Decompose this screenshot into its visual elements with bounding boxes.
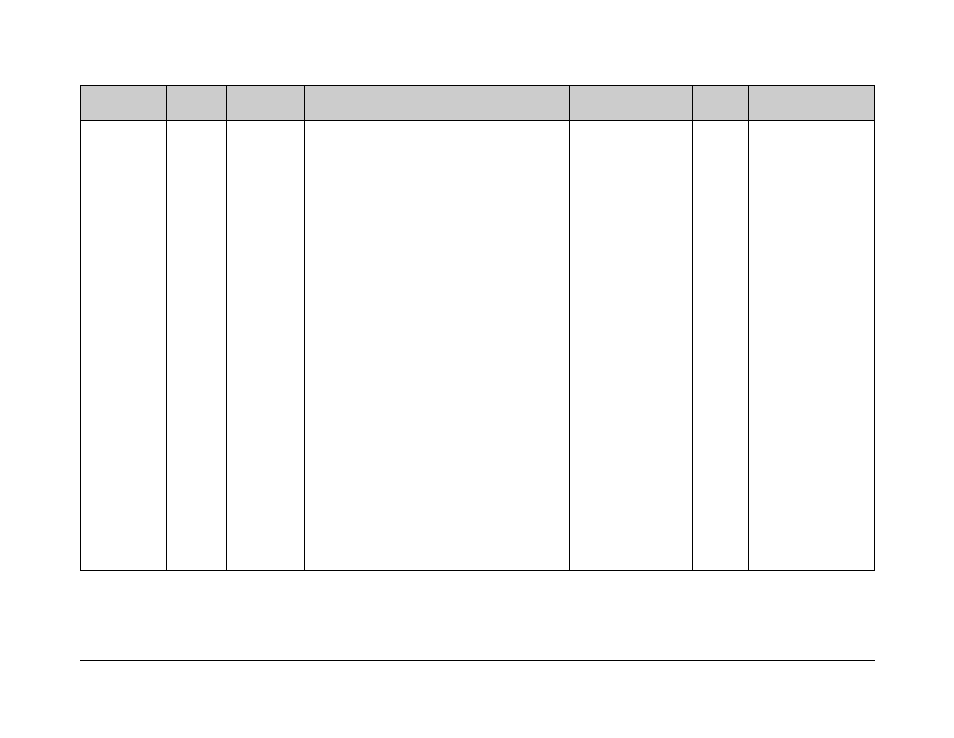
table-header-cell <box>226 86 304 121</box>
table-cell <box>570 121 693 571</box>
table-cell <box>226 121 304 571</box>
table-row <box>81 121 875 571</box>
table-cell <box>304 121 570 571</box>
data-table <box>80 85 875 571</box>
table-cell <box>693 121 749 571</box>
table-header-cell <box>166 86 226 121</box>
table-cell <box>166 121 226 571</box>
table-container <box>80 85 875 571</box>
table-header-row <box>81 86 875 121</box>
table-cell <box>81 121 167 571</box>
table-header-cell <box>81 86 167 121</box>
table-header-cell <box>570 86 693 121</box>
footer-divider <box>80 660 875 661</box>
table-header-cell <box>304 86 570 121</box>
table-header-cell <box>693 86 749 121</box>
table-header-cell <box>749 86 875 121</box>
table-cell <box>749 121 875 571</box>
